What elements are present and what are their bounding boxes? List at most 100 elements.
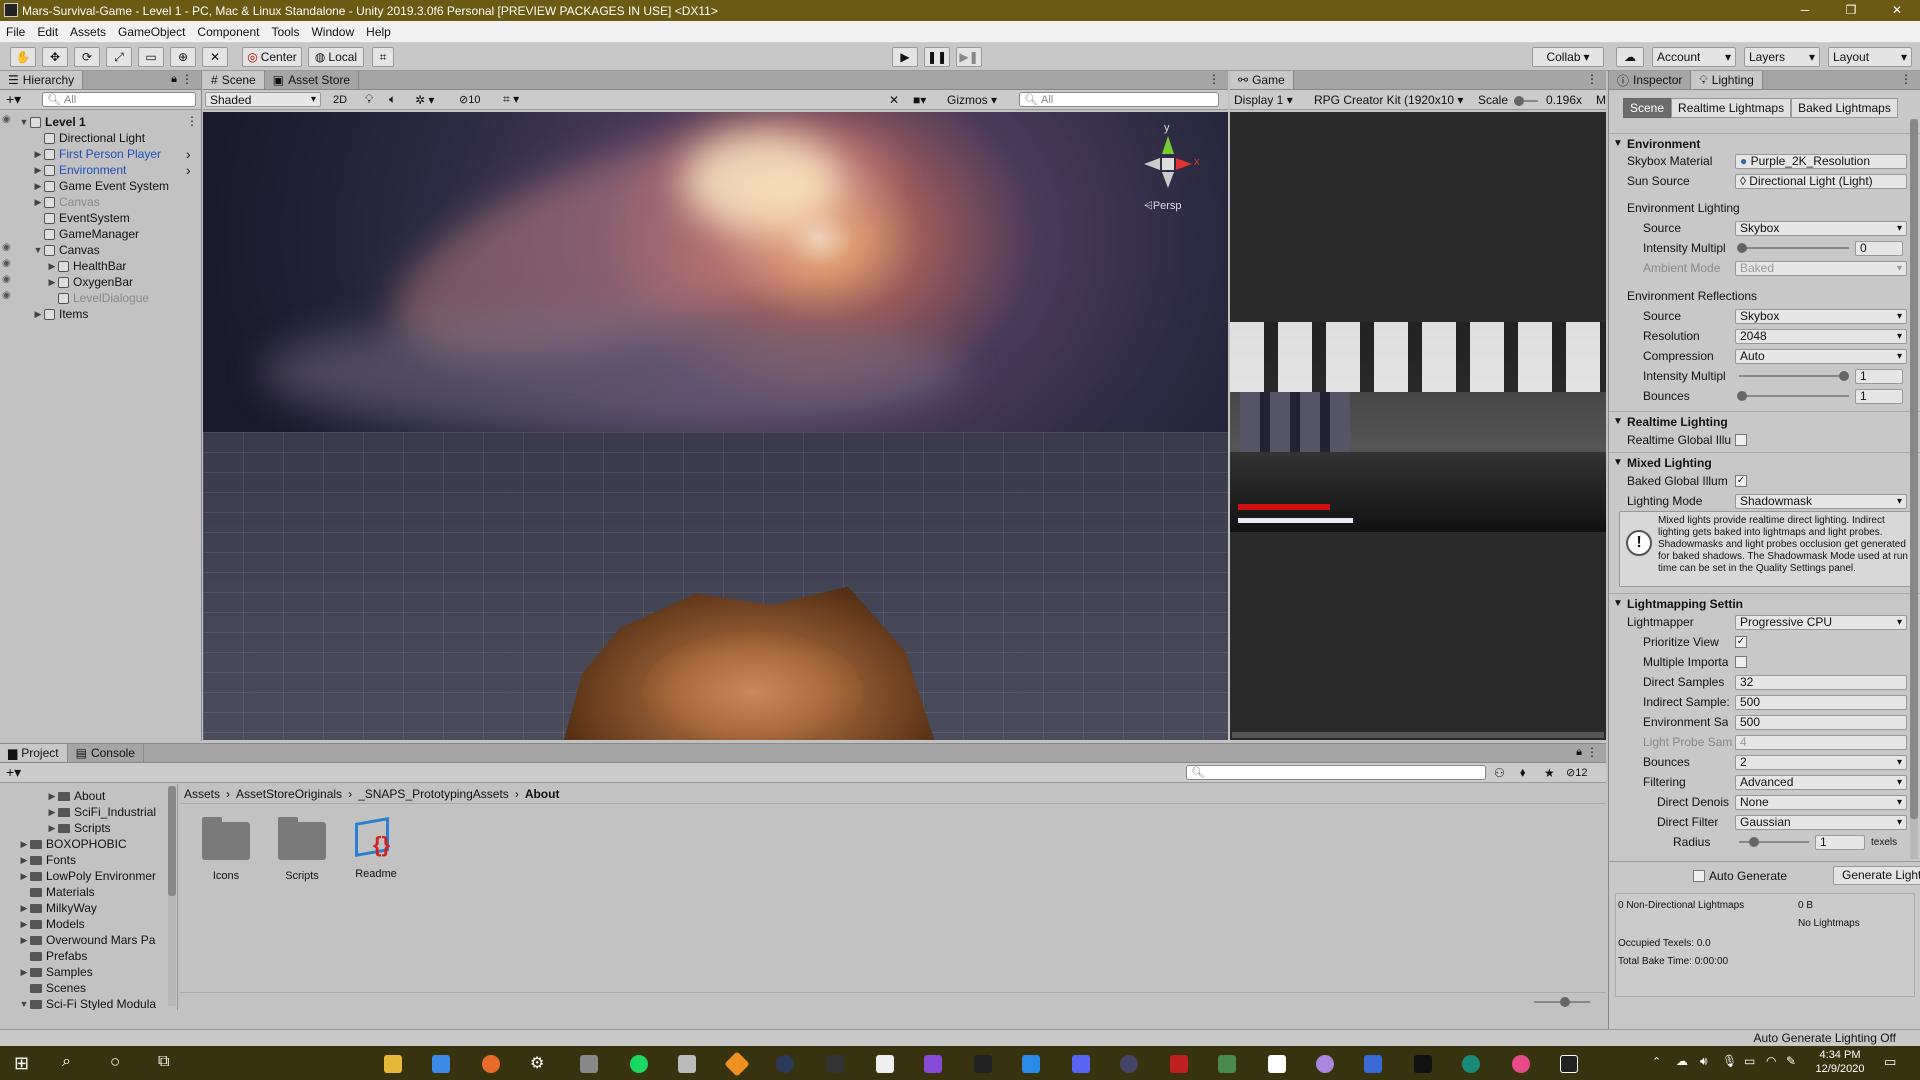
project-create-icon[interactable]: +▾ (6, 764, 21, 781)
visibility-eye-icon[interactable]: ◉ (2, 258, 14, 269)
ref-source-dropdown[interactable]: Skybox (1735, 308, 1907, 324)
hierarchy-item[interactable]: ▶ First Person Player (32, 146, 162, 162)
photos-icon[interactable] (678, 1055, 696, 1073)
mixed-lighting-header[interactable]: ▼ Mixed Lighting (1609, 452, 1920, 472)
image-editor-icon[interactable] (1218, 1055, 1236, 1073)
game-kebab-icon[interactable]: ⋮ (1586, 72, 1598, 86)
notes-icon[interactable] (432, 1055, 450, 1073)
filezilla-icon[interactable] (1170, 1055, 1188, 1073)
menu-window[interactable]: Window (305, 25, 360, 39)
cloud-icon[interactable]: ☁ (1616, 47, 1644, 67)
asset-readme[interactable]: {} Readme (346, 814, 406, 880)
hidden-objects-counter[interactable]: ⊘10 (459, 93, 480, 106)
git-icon[interactable] (724, 1051, 750, 1077)
visual-studio-icon[interactable] (924, 1055, 942, 1073)
tray-chevron-icon[interactable]: ⌃ (1652, 1055, 1661, 1068)
hierarchy-item[interactable]: Directional Light (32, 130, 145, 146)
calculator-icon[interactable] (580, 1055, 598, 1073)
hierarchy-item[interactable]: ▶ OxygenBar (46, 274, 134, 290)
pause-button[interactable]: ❚❚ (924, 47, 950, 67)
breadcrumb-about[interactable]: About (525, 787, 560, 801)
scene-search-input[interactable]: 🔍︎ All (1019, 92, 1219, 107)
tab-console[interactable]: ▤ Console (68, 744, 144, 762)
close-button[interactable]: ✕ (1874, 0, 1920, 21)
account-dropdown[interactable]: Account ▾ (1652, 47, 1736, 67)
generate-lighting-button[interactable]: Generate Lighti (1833, 866, 1920, 885)
hierarchy-search-input[interactable]: 🔍︎ All (42, 92, 196, 107)
wifi-icon[interactable]: ◠ (1766, 1054, 1776, 1068)
hierarchy-item[interactable]: ▶ Items (32, 306, 89, 322)
expand-down-icon[interactable]: ▼ (18, 999, 30, 1009)
hierarchy-item[interactable]: ▼ Level 1 (18, 114, 86, 130)
xbox-icon[interactable] (1462, 1055, 1480, 1073)
globe-app-icon[interactable] (1120, 1055, 1138, 1073)
project-tree-item[interactable]: ▶ MilkyWay (18, 900, 97, 916)
toggle-2d-button[interactable]: 2D (333, 94, 347, 106)
settings-gear-icon[interactable]: ⚙ (530, 1053, 548, 1072)
tab-asset-store[interactable]: ▣ Asset Store (265, 71, 360, 89)
volume-icon[interactable]: 🔊︎ (1700, 1054, 1708, 1069)
hierarchy-item[interactable]: ▼ Canvas (32, 242, 100, 258)
grid-toggle-icon[interactable]: ⌗ ▾ (503, 92, 519, 107)
subtab-scene[interactable]: Scene (1623, 98, 1672, 118)
persp-label[interactable]: ⩤Persp (1144, 200, 1182, 213)
breadcrumb-assets[interactable]: Assets (184, 787, 220, 801)
vscode-icon[interactable] (1022, 1055, 1040, 1073)
env-source-dropdown[interactable]: Skybox (1735, 220, 1907, 236)
maximize-button[interactable]: ❐ (1828, 0, 1874, 21)
tab-scene[interactable]: # Scene (203, 71, 265, 89)
pivot-center-button[interactable]: ◎ Center (242, 47, 302, 67)
search-by-type-icon[interactable]: ⚇ (1494, 766, 1505, 780)
music-icon[interactable] (1512, 1055, 1530, 1073)
compression-dropdown[interactable]: Auto (1735, 348, 1907, 364)
expand-right-icon[interactable]: ▶ (46, 261, 58, 272)
visibility-eye-icon[interactable]: ◉ (2, 290, 14, 301)
direct-filter-dropdown[interactable]: Gaussian (1735, 814, 1907, 830)
hidden-packages-badge[interactable]: ⊘12 (1566, 766, 1587, 779)
project-tree-item[interactable]: ▶ BOXOPHOBIC (18, 836, 127, 852)
ref-intensity-slider[interactable] (1739, 371, 1849, 381)
tab-lighting[interactable]: 💡︎ Lighting (1691, 71, 1763, 89)
breadcrumb-snaps[interactable]: _SNAPS_PrototypingAssets (358, 787, 509, 801)
realtime-lighting-header[interactable]: ▼ Realtime Lighting (1609, 411, 1920, 431)
direct-samples-input[interactable]: 32 (1735, 674, 1907, 690)
minimize-button[interactable]: ─ (1782, 0, 1828, 21)
environment-header[interactable]: ▼ Environment (1609, 133, 1920, 153)
lighting-toggle-icon[interactable]: 💡︎ (365, 92, 373, 107)
transform-tool-icon[interactable]: ⊕ (170, 47, 196, 67)
project-tree-item[interactable]: ▶ LowPoly Environmer (18, 868, 157, 884)
pen-icon[interactable]: ✎ (1786, 1054, 1796, 1068)
baked-gi-checkbox[interactable]: ✓ (1735, 475, 1747, 487)
kebab-menu-icon[interactable]: ⋮ (181, 72, 193, 86)
asset-scripts-folder[interactable]: Scripts (272, 817, 332, 882)
expand-right-icon[interactable]: ▶ (32, 309, 44, 320)
scene-kebab-icon[interactable]: ⋮ (1208, 72, 1220, 86)
search-by-label-icon[interactable]: ⬧ (1520, 765, 1525, 780)
visibility-eye-icon[interactable]: ◉ (2, 242, 14, 253)
prefab-open-icon[interactable]: › (186, 162, 191, 178)
realtime-gi-checkbox[interactable] (1735, 434, 1747, 446)
project-tree-item[interactable]: ▶ SciFi_Industrial (46, 804, 157, 820)
lightmapping-header[interactable]: ▼ Lightmapping Settin (1609, 593, 1920, 613)
rotate-tool-icon[interactable]: ⟳ (74, 47, 100, 67)
hierarchy-item[interactable]: GameManager (32, 226, 139, 242)
project-tree-item[interactable]: Prefabs (18, 948, 87, 964)
prefab-open-icon[interactable]: › (186, 146, 191, 162)
hierarchy-item[interactable]: EventSystem (32, 210, 130, 226)
game-scrollbar[interactable] (1232, 732, 1604, 738)
direct-denoiser-dropdown[interactable]: None (1735, 794, 1907, 810)
tab-game[interactable]: ⚯ Game (1230, 71, 1294, 89)
sun-source-field[interactable]: ◊ Directional Light (Light) (1735, 173, 1907, 189)
mic-icon[interactable]: 🎙︎ (1722, 1054, 1737, 1068)
hierarchy-item[interactable]: ▶ Environment (32, 162, 127, 178)
gizmos-dropdown[interactable]: Gizmos ▾ (947, 93, 997, 107)
project-tree-item[interactable]: ▶ Overwound Mars Pa (18, 932, 156, 948)
expand-right-icon[interactable]: ▶ (32, 149, 44, 160)
lighting-mode-dropdown[interactable]: Shadowmask (1735, 493, 1907, 509)
breadcrumb-assetstoreoriginals[interactable]: AssetStoreOriginals (236, 787, 342, 801)
grid-snap-icon[interactable]: ⌗ (372, 47, 394, 67)
inspector-scrollbar[interactable] (1910, 119, 1918, 859)
steam-icon[interactable] (776, 1055, 794, 1073)
anime-app-icon[interactable] (876, 1055, 894, 1073)
tools-icon[interactable]: ✕ (889, 93, 899, 107)
